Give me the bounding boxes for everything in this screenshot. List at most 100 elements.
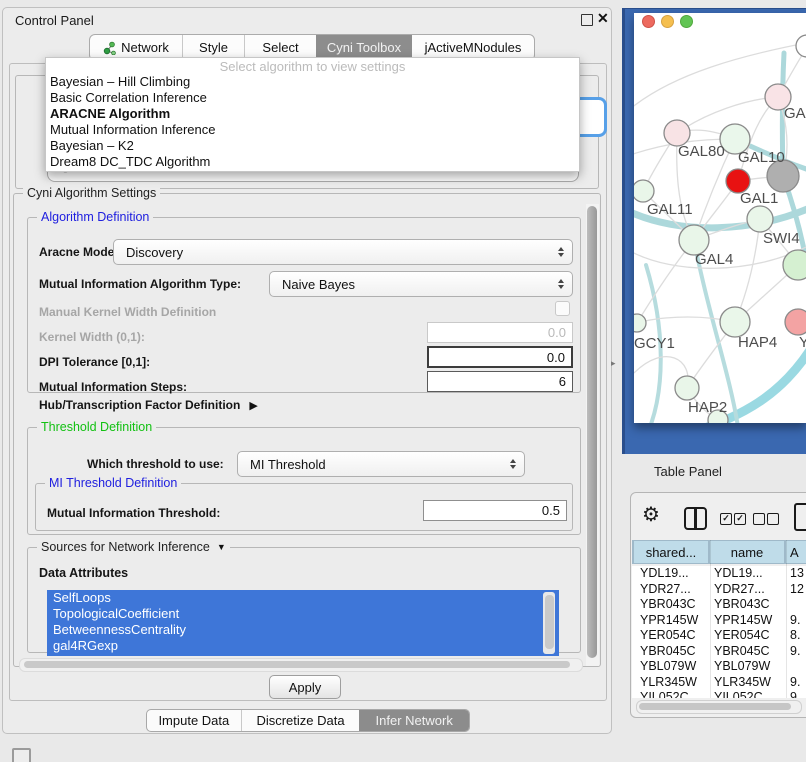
settings-scrollbar[interactable] — [586, 204, 599, 666]
node-gal11[interactable] — [634, 180, 654, 202]
network-icon — [103, 41, 116, 55]
dropdown-item[interactable]: Bayesian – K2 — [46, 138, 579, 154]
sources-legend[interactable]: Sources for Network Inference ▼ — [37, 540, 230, 554]
mi-threshold-label: Mutual Information Threshold: — [47, 506, 220, 520]
select-columns-checked-icon[interactable]: ✓ — [720, 513, 732, 525]
table-row[interactable]: YLR345WYLR345W9. — [632, 675, 806, 691]
tab-discretize-data[interactable]: Discretize Data — [241, 710, 360, 731]
mi-steps-label: Mutual Information Steps: — [39, 380, 187, 394]
threshold-definition-legend: Threshold Definition — [37, 420, 156, 434]
cyni-settings-legend: Cyni Algorithm Settings — [23, 186, 160, 200]
minimized-panel-icon[interactable] — [12, 748, 31, 762]
mac-minimize-button[interactable] — [661, 15, 674, 28]
algorithm-definition-legend: Algorithm Definition — [37, 210, 153, 224]
column-separator — [786, 540, 787, 698]
gear-icon[interactable]: ⚙ — [642, 504, 660, 526]
algorithm-dropdown: Select algorithm to view settings Bayesi… — [45, 57, 580, 172]
node-gal1[interactable] — [747, 206, 773, 232]
manual-kernel-label: Manual Kernel Width Definition — [39, 305, 216, 319]
stepper-icon — [553, 247, 569, 257]
apply-button[interactable]: Apply — [269, 675, 341, 699]
node-swi4-green[interactable] — [783, 250, 806, 280]
node-label: HAP2 — [688, 399, 727, 416]
table-hscrollbar-thumb[interactable] — [639, 703, 791, 710]
mi-steps-field[interactable]: 6 — [427, 371, 573, 392]
node-label: GAL10 — [738, 149, 785, 166]
bottom-tabbar: Impute Data Discretize Data Infer Networ… — [146, 709, 470, 732]
dropdown-item[interactable]: Dream8 DC_TDC Algorithm — [46, 154, 579, 170]
tab-label: Network — [121, 40, 169, 55]
node-gcy1[interactable] — [634, 314, 646, 332]
node-label: HAP4 — [738, 334, 777, 351]
hub-section-toggle[interactable]: Hub/Transcription Factor Definition ▶ — [39, 398, 258, 412]
node-label: GAL80 — [678, 143, 725, 160]
node-hap4[interactable] — [720, 307, 750, 337]
tab-impute-data[interactable]: Impute Data — [147, 710, 241, 731]
network-graph: GAL GAL80 GAL10 GAL1 GAL11 SWI4 GAL4 GCY… — [634, 13, 806, 423]
mi-type-label: Mutual Information Algorithm Type: — [39, 277, 241, 291]
float-panel-icon[interactable] — [581, 14, 593, 26]
control-panel-window: Control Panel ✕ Network Style Select Cyn… — [2, 7, 612, 734]
data-attributes-label: Data Attributes — [39, 566, 128, 580]
splitter-handle-icon[interactable]: ▸ — [611, 358, 616, 369]
select-columns-checked-icon[interactable]: ✓ — [734, 513, 746, 525]
node-label: GAL — [784, 105, 806, 122]
table-row[interactable]: YDR27...YDR27...12 — [632, 582, 806, 598]
dropdown-item[interactable]: Bayesian – Hill Climbing — [46, 74, 579, 90]
manual-kernel-checkbox[interactable] — [555, 301, 570, 316]
node-salmon[interactable] — [785, 309, 806, 335]
table-body: YDL19...YDL19...13 YDR27...YDR27...12 YB… — [632, 566, 806, 698]
node-label: GCY1 — [634, 335, 675, 352]
aracne-mode-label: Aracne Mode: — [39, 245, 118, 259]
screen: Control Panel ✕ Network Style Select Cyn… — [0, 0, 806, 762]
list-item[interactable]: TopologicalCoefficient — [47, 606, 559, 622]
aracne-mode-combo[interactable]: Discovery — [113, 239, 573, 265]
dpi-tolerance-field[interactable]: 0.0 — [427, 346, 573, 368]
expanded-arrow-icon: ▼ — [217, 542, 226, 552]
node-hap2[interactable] — [675, 376, 699, 400]
dpi-tolerance-label: DPI Tolerance [0,1]: — [39, 355, 150, 369]
settings-hscrollbar[interactable] — [19, 658, 583, 672]
settings-scrollbar-thumb[interactable] — [587, 206, 597, 658]
dropdown-item[interactable]: Basic Correlation Inference — [46, 90, 579, 106]
mac-zoom-button[interactable] — [680, 15, 693, 28]
deselect-columns-icon[interactable] — [753, 513, 765, 525]
dropdown-item[interactable]: Mutual Information Inference — [46, 122, 579, 138]
which-threshold-combo[interactable]: MI Threshold — [237, 451, 525, 477]
dropdown-item-aracne[interactable]: ARACNE Algorithm — [46, 106, 579, 122]
table-row[interactable]: YIL052CYIL052C9 — [632, 690, 806, 698]
table-row[interactable]: YBR045CYBR045C9. — [632, 644, 806, 660]
table-row[interactable]: YER054CYER054C8. — [632, 628, 806, 644]
network-canvas[interactable]: GAL GAL80 GAL10 GAL1 GAL11 SWI4 GAL4 GCY… — [634, 13, 806, 423]
mi-threshold-field[interactable]: 0.5 — [423, 500, 567, 521]
kernel-width-field[interactable]: 0.0 — [427, 322, 573, 343]
table-header: shared... name A — [632, 540, 806, 564]
column-header-name[interactable]: name — [710, 541, 784, 563]
column-header-shared-name[interactable]: shared... — [634, 541, 708, 563]
stepper-icon — [505, 459, 521, 469]
column-header-partial[interactable]: A — [786, 541, 806, 563]
list-item[interactable]: gal4RGexp — [47, 638, 559, 654]
list-scrollbar-thumb[interactable] — [545, 595, 554, 649]
table-row[interactable]: YBL079WYBL079W — [632, 659, 806, 675]
table-hscrollbar[interactable] — [636, 700, 802, 714]
columns-icon[interactable] — [684, 507, 707, 530]
node-partial-top[interactable] — [796, 35, 806, 57]
list-item[interactable]: SelfLoops — [47, 590, 559, 606]
list-item[interactable]: BetweennessCentrality — [47, 622, 559, 638]
node-label: SWI4 — [763, 230, 800, 247]
deselect-columns-icon[interactable] — [767, 513, 779, 525]
new-table-icon[interactable] — [794, 503, 806, 531]
close-icon[interactable]: ✕ — [597, 10, 609, 27]
node-label: GAL11 — [647, 201, 693, 218]
mi-type-combo[interactable]: Naive Bayes — [269, 271, 573, 297]
tab-infer-network[interactable]: Infer Network — [359, 710, 469, 731]
settings-hscrollbar-thumb[interactable] — [24, 661, 570, 668]
data-attributes-list[interactable]: SelfLoops TopologicalCoefficient Between… — [47, 590, 559, 656]
table-row[interactable]: YPR145WYPR145W9. — [632, 613, 806, 629]
table-row[interactable]: YBR043CYBR043C — [632, 597, 806, 613]
mi-threshold-legend: MI Threshold Definition — [45, 476, 181, 490]
mac-close-button[interactable] — [642, 15, 655, 28]
table-row[interactable]: YDL19...YDL19...13 — [632, 566, 806, 582]
list-scrollbar[interactable] — [543, 592, 555, 654]
